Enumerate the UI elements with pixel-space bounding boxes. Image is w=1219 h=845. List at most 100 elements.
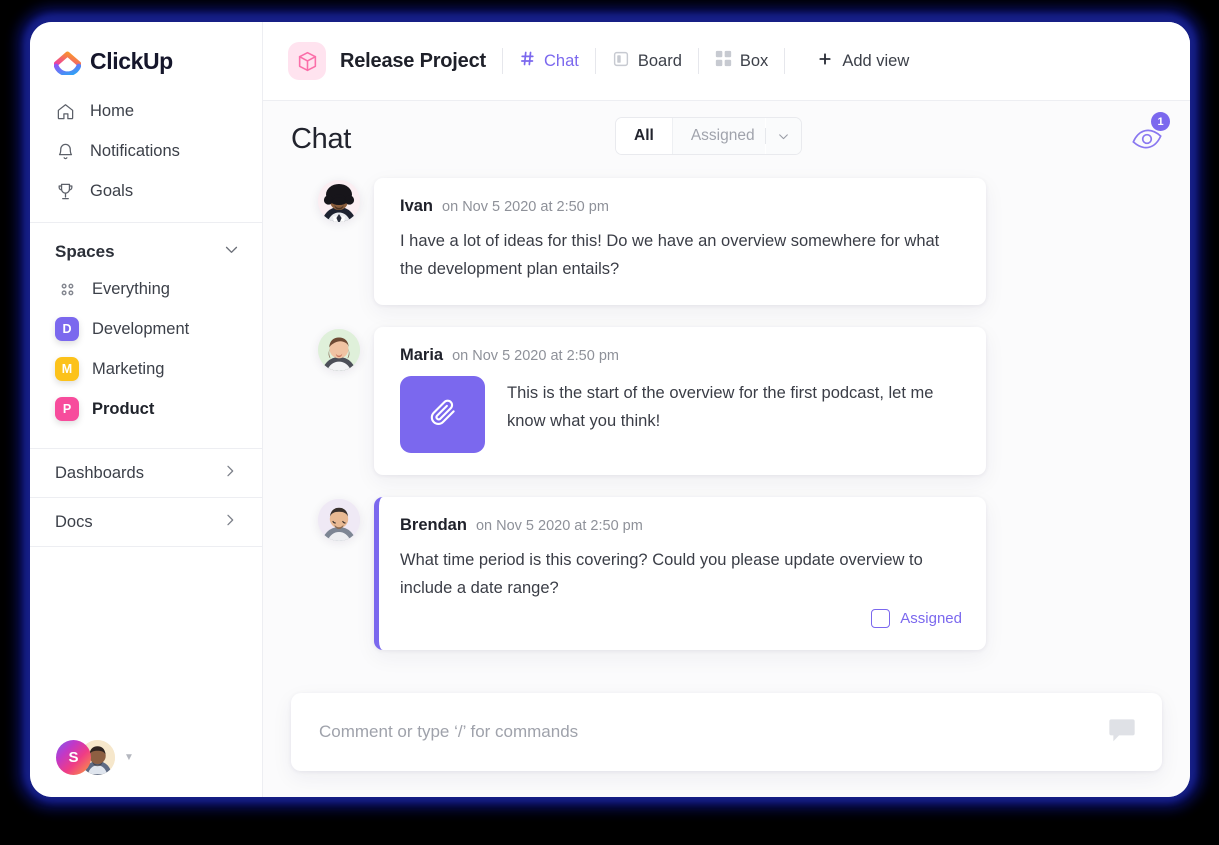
avatar[interactable]: [318, 180, 360, 222]
add-view-label: Add view: [842, 51, 910, 70]
divider: [501, 48, 503, 74]
space-item-label: Product: [92, 399, 155, 418]
assigned-control: Assigned: [400, 609, 962, 628]
app-logo-text: ClickUp: [90, 48, 173, 74]
chat-message: Brendan on Nov 5 2020 at 2:50 pm What ti…: [263, 497, 1190, 650]
tab-chat[interactable]: Chat: [519, 50, 579, 72]
tab-label: Box: [739, 51, 769, 70]
message-text: I have a lot of ideas for this! Do we ha…: [400, 232, 940, 278]
tab-box[interactable]: Box: [715, 50, 768, 72]
chevron-right-icon: [222, 512, 238, 533]
space-badge: D: [55, 317, 79, 341]
divider: [697, 48, 699, 74]
box-grid-icon: [715, 50, 732, 72]
composer[interactable]: [291, 693, 1162, 771]
divider: [784, 48, 786, 74]
sidebar-item-label: Home: [90, 101, 135, 120]
main-content: Release Project Chat Board Box Add view …: [263, 22, 1190, 797]
paperclip-icon: [428, 397, 458, 432]
message-timestamp: on Nov 5 2020 at 2:50 pm: [442, 199, 609, 215]
space-item-development[interactable]: D Development: [30, 309, 262, 349]
message-text: What time period is this covering? Could…: [400, 551, 923, 597]
sidebar-item-goals[interactable]: Goals: [30, 171, 262, 211]
sidebar-footer-avatars[interactable]: S ▼: [56, 740, 134, 775]
sidebar-item-notifications[interactable]: Notifications: [30, 131, 262, 171]
space-item-label: Marketing: [92, 359, 165, 378]
sidebar-item-label: Docs: [55, 512, 93, 531]
chat-message-list: Ivan on Nov 5 2020 at 2:50 pm I have a l…: [263, 156, 1190, 685]
clickup-logo-icon: [53, 48, 82, 77]
comment-bubble-icon[interactable]: [1106, 714, 1138, 751]
message-text: This is the start of the overview for th…: [507, 384, 934, 430]
filter-option-assigned[interactable]: Assigned: [671, 118, 765, 154]
chat-message-header: Brendan on Nov 5 2020 at 2:50 pm: [400, 516, 962, 535]
avatar[interactable]: [318, 499, 360, 541]
home-icon: [55, 101, 75, 121]
app-logo[interactable]: ClickUp: [30, 22, 262, 77]
status-badge: 1: [1151, 112, 1170, 131]
chat-message: Maria on Nov 5 2020 at 2:50 pm This is t…: [263, 327, 1190, 475]
message-with-attachment: This is the start of the overview for th…: [400, 376, 962, 453]
space-item-everything[interactable]: Everything: [30, 269, 262, 309]
sidebar: ClickUp Home Notifications Goals Spaces …: [30, 22, 263, 797]
attachment-thumbnail[interactable]: [400, 376, 485, 453]
chevron-down-icon[interactable]: [223, 241, 240, 263]
watchers-button[interactable]: 1: [1126, 112, 1170, 157]
plus-icon: [817, 51, 833, 72]
spaces-header[interactable]: Spaces: [30, 223, 262, 269]
spaces-list: Everything D Development M Marketing P P…: [30, 269, 262, 429]
trophy-icon: [55, 181, 75, 201]
assigned-checkbox[interactable]: [871, 609, 891, 628]
chat-message-card: Brendan on Nov 5 2020 at 2:50 pm What ti…: [374, 497, 986, 650]
add-view-button[interactable]: Add view: [817, 51, 909, 72]
chevron-down-icon[interactable]: [765, 118, 801, 154]
grid-dots-icon: [55, 277, 79, 301]
project-title: Release Project: [340, 49, 486, 72]
message-author: Ivan: [400, 197, 434, 215]
tab-board[interactable]: Board: [612, 50, 682, 73]
tab-label: Board: [637, 51, 682, 70]
sidebar-item-label: Dashboards: [55, 463, 144, 482]
chevron-right-icon: [222, 463, 238, 484]
space-item-label: Everything: [92, 279, 170, 298]
avatar[interactable]: S: [56, 740, 91, 775]
message-timestamp: on Nov 5 2020 at 2:50 pm: [475, 518, 643, 534]
page-subheader: Chat All Assigned 1: [263, 101, 1190, 156]
chat-message-header: Maria on Nov 5 2020 at 2:50 pm: [400, 346, 962, 365]
sidebar-item-label: Notifications: [90, 141, 180, 160]
space-item-label: Development: [92, 319, 190, 338]
divider: [594, 48, 596, 74]
eye-icon: [1126, 129, 1168, 161]
app-window: ClickUp Home Notifications Goals Spaces …: [30, 22, 1190, 797]
chat-message: Ivan on Nov 5 2020 at 2:50 pm I have a l…: [263, 178, 1190, 305]
spaces-header-label: Spaces: [55, 242, 115, 261]
sidebar-sections: Dashboards Docs: [30, 448, 262, 547]
space-item-marketing[interactable]: M Marketing: [30, 349, 262, 389]
hash-icon: [519, 50, 536, 72]
chevron-down-icon[interactable]: ▼: [124, 752, 134, 763]
page-title: Chat: [291, 123, 352, 155]
filter-toggle: All Assigned: [615, 117, 802, 155]
board-icon: [612, 50, 630, 73]
space-badge: P: [55, 397, 79, 421]
sidebar-item-label: Goals: [90, 181, 134, 200]
filter-option-all[interactable]: All: [616, 118, 672, 154]
tab-label: Chat: [543, 51, 579, 70]
avatar[interactable]: [318, 329, 360, 371]
sidebar-item-dashboards[interactable]: Dashboards: [30, 448, 262, 497]
comment-input[interactable]: [319, 722, 1106, 742]
message-timestamp: on Nov 5 2020 at 2:50 pm: [452, 348, 619, 364]
chat-message-header: Ivan on Nov 5 2020 at 2:50 pm: [400, 197, 962, 216]
message-author: Brendan: [400, 516, 467, 534]
space-badge: M: [55, 357, 79, 381]
sidebar-divider: [30, 546, 262, 547]
composer-area: [263, 685, 1190, 797]
chat-message-card: Ivan on Nov 5 2020 at 2:50 pm I have a l…: [374, 178, 986, 305]
sidebar-nav: Home Notifications Goals: [30, 91, 262, 211]
space-item-product[interactable]: P Product: [30, 389, 262, 429]
bell-icon: [55, 141, 75, 161]
sidebar-item-docs[interactable]: Docs: [30, 497, 262, 546]
box-3d-icon: [288, 42, 326, 80]
sidebar-item-home[interactable]: Home: [30, 91, 262, 131]
assigned-label: Assigned: [900, 610, 962, 627]
